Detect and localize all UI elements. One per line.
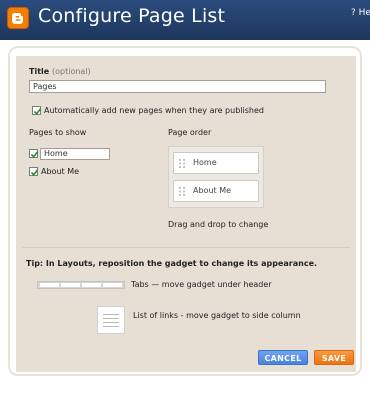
about-me-label: About Me [41,167,80,176]
title-label: Title (optional) [29,67,91,76]
drag-grip-icon [179,187,185,196]
tip-heading: Tip: In Layouts, reposition the gadget t… [26,259,318,268]
auto-add-label: Automatically add new pages when they ar… [44,106,264,115]
tabs-layout-illustration [37,281,125,289]
cancel-button[interactable]: CANCEL [258,350,308,365]
drag-grip-icon [179,159,185,168]
page-order-label-home: Home [193,158,217,167]
checkmark-icon [30,169,39,177]
page-order-label-about-me: About Me [193,186,232,195]
save-button[interactable]: SAVE [314,350,354,365]
checkmark-icon [30,151,39,159]
page-order-list: Home About Me [168,146,264,208]
title-label-text: Title [29,67,50,76]
page-order-label: Page order [168,128,212,137]
home-page-name-input[interactable]: Home [40,148,110,160]
page-order-item-about-me[interactable]: About Me [173,180,259,202]
list-layout-illustration [97,306,125,334]
list-tip-text: List of links - move gadget to side colu… [133,311,301,320]
drag-hint: Drag and drop to change [168,220,269,229]
checkmark-icon [33,108,42,116]
tabs-tip-text: Tabs — move gadget under header [131,280,272,289]
config-panel-body [16,56,356,372]
title-optional-hint: (optional) [52,67,91,76]
pages-to-show-label: Pages to show [29,128,87,137]
show-about-me-checkbox[interactable] [29,167,39,177]
dialog-title: Configure Page List [38,5,226,27]
show-home-checkbox[interactable] [29,149,39,159]
page-order-item-home[interactable]: Home [173,152,259,174]
auto-add-checkbox[interactable] [32,106,42,116]
title-input[interactable]: Pages [29,80,326,93]
section-divider [22,247,350,248]
blogger-logo-icon [7,7,29,29]
dialog-header: Configure Page List ? Help [0,0,370,40]
help-link[interactable]: ? Help [351,8,370,18]
